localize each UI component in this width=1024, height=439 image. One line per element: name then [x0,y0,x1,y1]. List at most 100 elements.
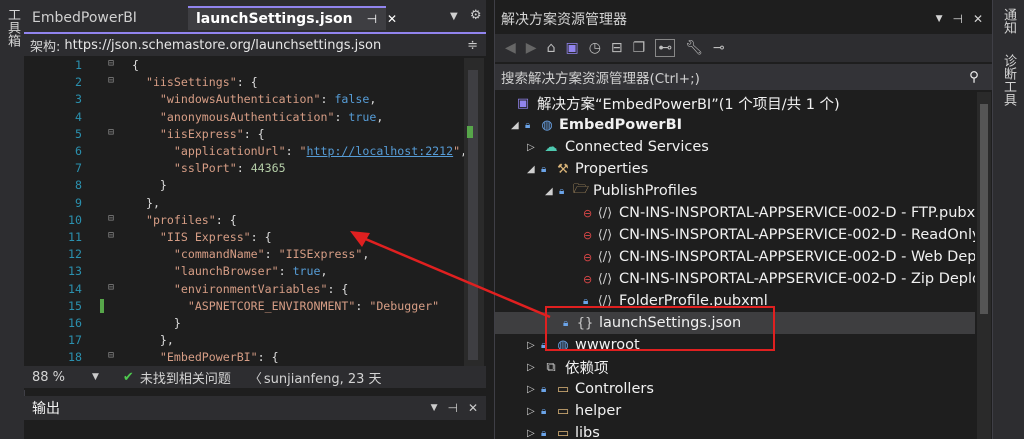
tree-node-webdeploy-pubxml[interactable]: ⊖ ⟨/⟩ CN-INS-INSPORTAL-APPSERVICE-002-D … [583,246,975,268]
schema-label: 架构: [30,39,61,55]
collapsed-arrow-icon[interactable]: ▷ [527,406,541,417]
line-number: 3 [75,92,82,107]
vs-switch-icon[interactable]: ▣ [565,40,578,56]
excluded-icon: ⊖ [583,272,593,286]
tree-node-ftp-pubxml[interactable]: ⊖ ⟨/⟩ CN-INS-INSPORTAL-APPSERVICE-002-D … [583,202,975,224]
fold-toggle-icon[interactable]: ⊟ [108,58,114,69]
folder-open-icon: 🗁︎ [572,182,590,197]
code-line[interactable]: 4 "anonymousAuthentication": true, [24,110,464,127]
code-line[interactable]: 6 "applicationUrl": "http://localhost:22… [24,144,464,161]
code-line[interactable]: 9 }, [24,196,464,213]
code-line[interactable]: 7 "sslPort": 44365 [24,161,464,178]
chevron-down-icon[interactable]: ▼ [450,11,458,22]
git-author[interactable]: sunjianfeng, 23 天 [264,368,382,387]
solution-search-input[interactable]: 搜索解决方案资源管理器(Ctrl+;) ⚲ [495,64,993,90]
code-text: "profiles": { [145,212,237,227]
home-icon[interactable]: ⌂ [547,40,556,56]
code-text: }, [145,195,160,210]
code-line[interactable]: 8 } [24,178,464,195]
tree-node-label: CN-INS-INSPORTAL-APPSERVICE-002-D - FTP.… [619,205,975,221]
pin-icon[interactable]: ⊣ [447,401,457,415]
collapsed-arrow-icon[interactable]: ▷ [527,340,541,351]
notifications-tab[interactable]: 通知 [999,0,1018,34]
toolbox-label[interactable]: 工具箱 [3,0,22,47]
collapsed-arrow-icon[interactable]: ▷ [527,142,541,153]
output-header: 输出 ▼ ⊣ ✕ [24,396,486,420]
tree-node-publish-profiles[interactable]: ◢ 🔒︎ 🗁︎ PublishProfiles [545,180,697,202]
tree-node-readonly-pubxml[interactable]: ⊖ ⟨/⟩ CN-INS-INSPORTAL-APPSERVICE-002-D … [583,224,975,246]
dependencies-icon: ⧉ [546,359,556,375]
expanded-arrow-icon[interactable]: ◢ [527,164,541,175]
fold-toggle-icon[interactable]: ⊟ [108,230,114,241]
tree-node-controllers[interactable]: ▷ 🔒︎ ▭ Controllers [527,378,654,400]
tree-node-solution[interactable]: ▣ 解决方案“EmbedPowerBI”(1 个项目/共 1 个) [499,92,840,114]
tree-node-project[interactable]: ◢ 🔒︎ ◍ EmbedPowerBI [511,114,682,136]
forward-icon[interactable]: ▶ [526,40,537,56]
lock-icon: 🔒︎ [541,405,547,417]
collapsed-arrow-icon[interactable]: ▷ [527,384,541,395]
web-project-icon: ◍ [541,117,553,133]
tree-node-helper[interactable]: ▷ 🔒︎ ▭ helper [527,400,621,422]
gear-icon[interactable]: ⚙ [470,8,482,23]
tree-node-libs[interactable]: ▷ 🔒︎ ▭ libs [527,422,600,439]
tree-node-dependencies[interactable]: ▷ ⧉ 依赖项 [527,356,609,378]
xml-file-icon: ⟨/⟩ [597,249,613,265]
zoom-level[interactable]: 88 % [32,370,92,385]
fold-toggle-icon[interactable]: ⊟ [108,127,114,138]
expanded-arrow-icon[interactable]: ◢ [545,186,559,197]
close-icon[interactable]: ✕ [387,12,397,26]
pin-icon[interactable]: ⊣ [952,12,962,26]
fold-toggle-icon[interactable]: ⊟ [108,282,114,293]
code-line[interactable]: 1 ⊟ { [24,58,464,75]
line-number: 8 [75,178,82,193]
tree-node-connected-services[interactable]: ▷ ☁ Connected Services [527,136,709,158]
code-line[interactable]: 3 "windowsAuthentication": false, [24,92,464,109]
code-line[interactable]: 2 ⊟ "iisSettings": { [24,75,464,92]
tab-label: launchSettings.json [196,11,353,27]
chevron-down-icon[interactable]: ▼ [936,14,943,24]
search-icon[interactable]: ⚲ [969,69,979,85]
fold-toggle-icon[interactable]: ⊟ [108,213,114,224]
code-text: "iisSettings": { [145,75,258,90]
tab-embedpowerbi[interactable]: EmbedPowerBI [24,6,188,30]
code-line[interactable]: 5 ⊟ "iisExpress": { [24,127,464,144]
line-number: 14 [68,281,82,296]
code-line[interactable]: 18 ⊟ "EmbedPowerBI": { [24,350,464,366]
diagnostic-tools-tab[interactable]: 诊断工具 [999,34,1018,106]
chevron-down-icon[interactable]: ▼ [431,403,438,413]
preview-icon[interactable]: ⊸ [713,40,725,56]
tab-launchsettings[interactable]: launchSettings.json ⊣ ✕ [188,6,397,30]
code-line[interactable]: 17 }, [24,333,464,350]
collapsed-arrow-icon[interactable]: ▷ [527,428,541,439]
issues-status[interactable]: 未找到相关问题 [140,368,231,387]
fold-toggle-icon[interactable]: ⊟ [108,350,114,361]
collapsed-arrow-icon[interactable]: ▷ [527,362,541,373]
chevron-left-icon: 〈 [248,371,262,387]
copy-icon[interactable]: ❐ [633,40,646,56]
tree-node-label: CN-INS-INSPORTAL-APPSERVICE-002-D - Zip … [619,271,975,287]
filter-icon[interactable]: ⊷ [655,39,676,57]
excluded-icon: ⊖ [583,250,593,264]
fold-toggle-icon[interactable]: ⊟ [108,75,114,86]
close-icon[interactable]: ✕ [973,12,983,26]
folder-icon: ▭ [556,425,570,439]
code-text: } [173,316,181,330]
tree-node-properties[interactable]: ◢ 🔒︎ ⚒ Properties [527,158,648,180]
chevron-down-icon[interactable]: ▼ [92,372,99,382]
close-icon[interactable]: ✕ [468,401,478,415]
annotation-arrow [350,231,551,319]
tree-node-zipdeploy-pubxml[interactable]: ⊖ ⟨/⟩ CN-INS-INSPORTAL-APPSERVICE-002-D … [583,268,975,290]
back-icon[interactable]: ◀ [505,40,516,56]
solution-scroll-thumb[interactable] [980,104,988,314]
highlight-box [545,306,775,351]
wrench-icon[interactable]: 🔧︎ [685,40,703,56]
pin-icon[interactable]: ⊣ [367,12,377,26]
collapse-icon[interactable]: ⊟ [611,40,623,56]
schema-input[interactable]: https://json.schemastore.org/launchsetti… [64,38,381,53]
expanded-arrow-icon[interactable]: ◢ [511,120,525,131]
folder-icon: ▭ [556,403,570,419]
toolbox-strip[interactable]: 工具箱 [0,0,25,439]
code-text: "environmentVariables": { [173,281,349,296]
history-icon[interactable]: ◷ [589,40,601,56]
split-icon[interactable]: ≑ [467,38,478,53]
